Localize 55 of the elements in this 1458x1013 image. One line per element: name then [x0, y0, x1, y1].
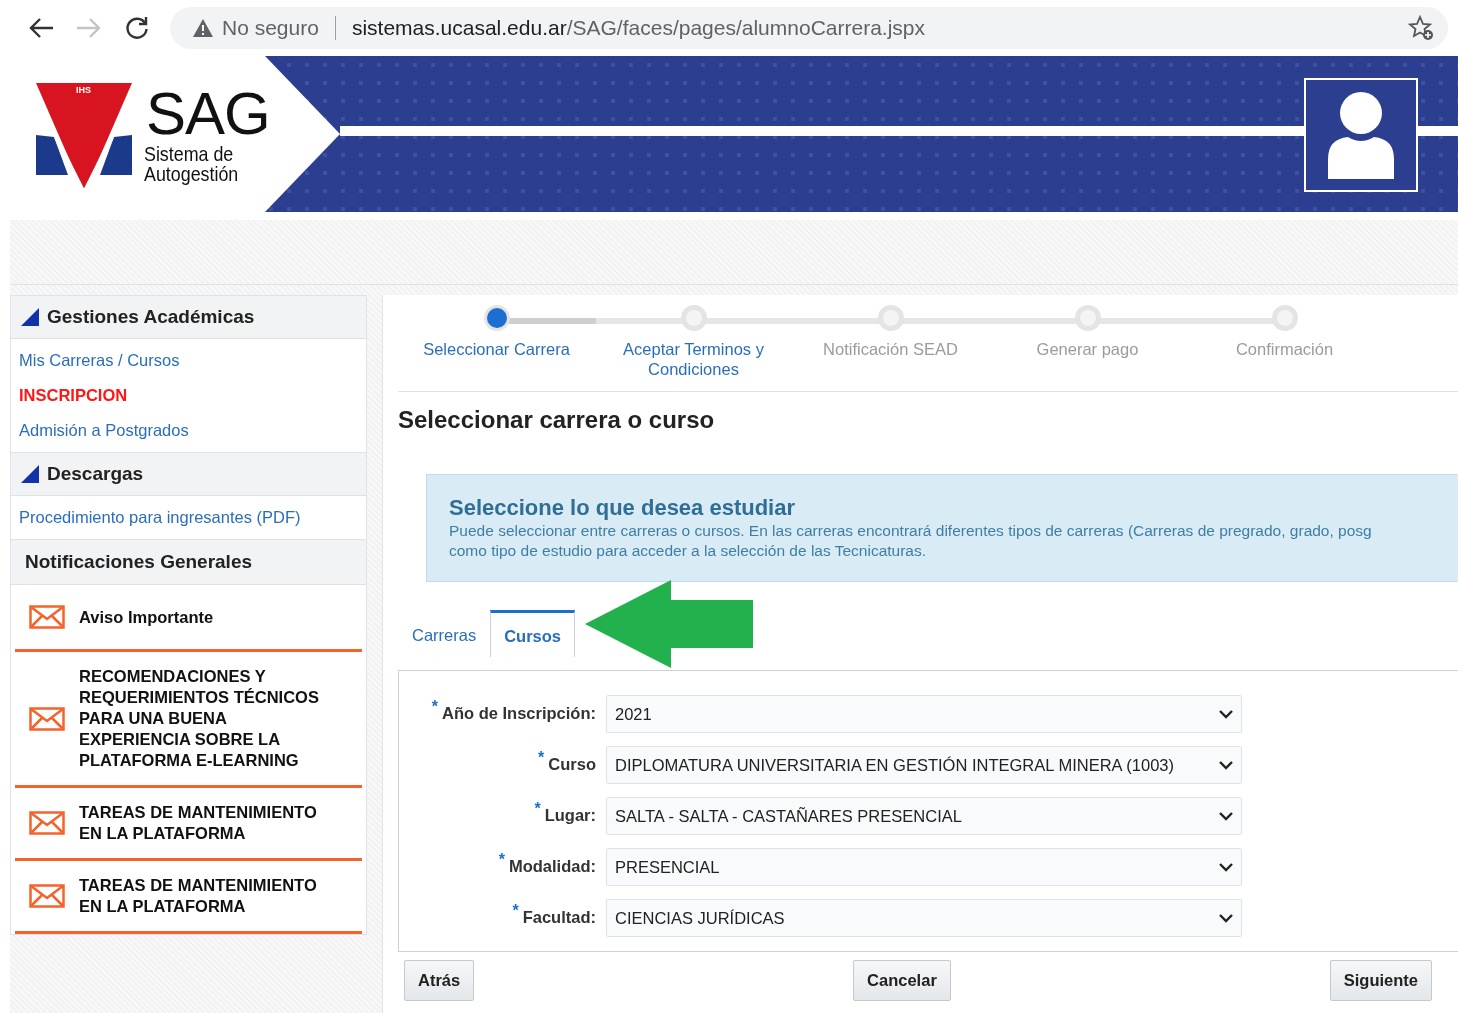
action-button[interactable]: Atrás — [404, 960, 475, 1001]
notification-link[interactable]: Aviso Importante — [79, 606, 334, 628]
select-field[interactable]: CIENCIAS JURÍDICAS — [606, 899, 1242, 937]
section-title: Gestiones Académicas — [47, 306, 255, 328]
required-marker: * — [431, 698, 438, 715]
envelope-icon — [29, 605, 65, 629]
chevron-down-icon — [1219, 913, 1233, 923]
info-text: Puede seleccionar entre carreras o cursos. En las carreras encontrará diferentes tipos de carreras (Carreras de pregrado, grado, posg como tipo de estudio para acceder a la selección de las Tecnicaturas. — [449, 521, 1373, 561]
required-marker: * — [534, 800, 541, 817]
triangle-icon — [21, 308, 39, 326]
avatar-frame[interactable] — [1304, 78, 1418, 192]
select-field[interactable]: PRESENCIAL — [606, 848, 1242, 886]
required-marker: * — [538, 749, 545, 766]
security-label: No seguro — [222, 16, 319, 40]
action-button[interactable]: Cancelar — [853, 960, 951, 1001]
chevron-down-icon — [1219, 709, 1233, 719]
address-bar[interactable]: No seguro sistemas.ucasal.edu.ar/SAG/faces/pages/alumnoCarrera.jspx — [170, 7, 1448, 49]
tab[interactable]: Carreras — [398, 610, 491, 656]
step-label: Confirmación — [1234, 339, 1335, 359]
bookmark-star-icon[interactable] — [1408, 15, 1434, 41]
action-button[interactable]: Siguiente — [1329, 960, 1432, 1001]
step-label[interactable]: Aceptar Terminos y Condiciones — [608, 339, 779, 379]
url-text: sistemas.ucasal.edu.ar/SAG/faces/pages/alumnoCarrera.jspx — [351, 16, 925, 40]
sidebar-link[interactable]: Procedimiento para ingresantes (PDF) — [11, 500, 366, 535]
tab[interactable]: Cursos — [490, 610, 576, 657]
step-label[interactable]: Seleccionar Carrera — [411, 339, 582, 359]
chevron-down-icon — [1219, 811, 1233, 821]
step-label: Notificación SEAD — [822, 339, 959, 359]
sidebar-link[interactable]: Mis Carreras / Cursos — [11, 343, 366, 378]
info-title: Seleccione lo que desea estudiar — [449, 495, 797, 521]
notification-link[interactable]: RECOMENDACIONES Y REQUERIMIENTOS TÉCNICOS PARA UNA BUENA EXPERIENCIA SOBRE LA PLATAFORMA E-LEARNING — [79, 666, 334, 771]
select-field[interactable]: SALTA - SALTA - CASTAÑARES PRESENCIAL — [606, 797, 1242, 835]
logo-subtitle: Sistema de Autogestión — [144, 144, 240, 184]
chevron-down-icon — [1219, 760, 1233, 770]
select-field[interactable]: 2021 — [606, 695, 1242, 733]
section-title: Descargas — [47, 463, 144, 485]
page-title: Seleccionar carrera o curso — [398, 406, 716, 434]
notification-link[interactable]: TAREAS DE MANTENIMIENTO EN LA PLATAFORMA — [79, 875, 334, 917]
envelope-icon — [29, 706, 65, 731]
required-marker: * — [512, 902, 519, 919]
warning-icon — [192, 18, 214, 38]
sidebar-link[interactable]: INSCRIPCION — [11, 378, 366, 413]
section-title: Notificaciones Generales — [25, 551, 253, 573]
triangle-icon — [21, 465, 39, 483]
required-marker: * — [498, 851, 505, 868]
notification-link[interactable]: TAREAS DE MANTENIMIENTO EN LA PLATAFORMA — [79, 802, 334, 844]
envelope-icon — [29, 884, 65, 908]
sidebar-link[interactable]: Admisión a Postgrados — [11, 413, 366, 448]
user-silhouette-icon — [1326, 91, 1396, 179]
envelope-icon — [29, 811, 65, 835]
step-label: Generar pago — [1035, 339, 1140, 359]
pointing-arrow-icon — [583, 578, 756, 670]
logo-title: SAG — [146, 84, 270, 145]
chevron-down-icon — [1219, 862, 1233, 872]
select-field[interactable]: DIPLOMATURA UNIVERSITARIA EN GESTIÓN INTEGRAL MINERA (1003) — [606, 746, 1242, 784]
